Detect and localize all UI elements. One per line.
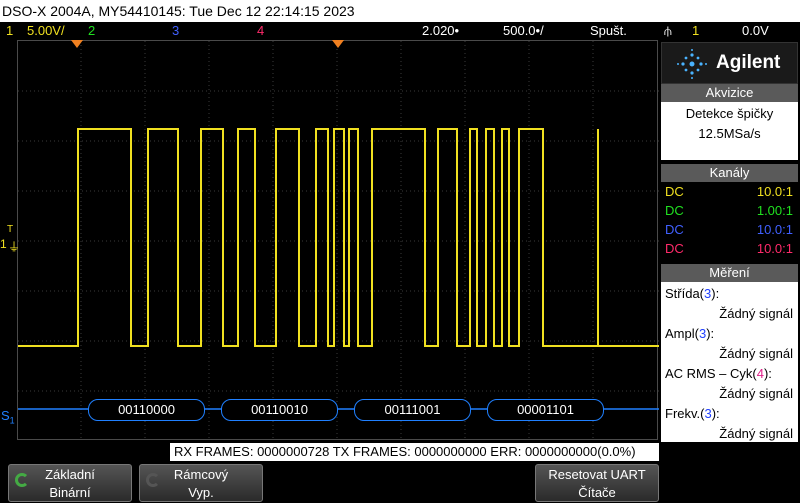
trigger-edge-icon: ⫛ bbox=[664, 23, 672, 38]
channel-probe: 10.0:1 bbox=[756, 184, 793, 199]
decode-packet: 00001101 bbox=[487, 399, 604, 421]
ch1-scale[interactable]: 5.00V/ bbox=[27, 22, 65, 40]
decode-byte: 00110000 bbox=[118, 402, 175, 417]
trigger-level[interactable]: 0.0V bbox=[742, 22, 769, 40]
ch3-number[interactable]: 3 bbox=[172, 22, 179, 40]
decode-byte: 00111001 bbox=[384, 402, 441, 417]
decode-label: S1 bbox=[1, 408, 15, 426]
brand-name: Agilent bbox=[716, 52, 781, 73]
measurement-value: Žádný signál bbox=[719, 426, 793, 441]
brand-logo: Agilent bbox=[661, 42, 798, 84]
softkey-value: Binární bbox=[49, 485, 91, 500]
softkey-base[interactable]: Základní Binární bbox=[8, 464, 132, 502]
channel-coupling: DC bbox=[665, 241, 684, 256]
measurements-panel[interactable]: Střída(3): Žádný signál Ampl(3): Žádný s… bbox=[661, 282, 798, 442]
ch1-ground-marker[interactable]: 1 bbox=[0, 237, 7, 251]
acquisition-panel[interactable]: Detekce špičky 12.5MSa/s bbox=[661, 102, 798, 160]
measurement-value: Žádný signál bbox=[719, 386, 793, 401]
decode-packet: 00110010 bbox=[221, 399, 338, 421]
ch4-number[interactable]: 4 bbox=[257, 22, 264, 40]
measurement-item[interactable]: AC RMS – Cyk(4): Žádný signál bbox=[665, 364, 793, 404]
spark-logo-icon bbox=[677, 49, 707, 79]
measurement-channel: 3 bbox=[704, 406, 712, 421]
softkey-label: Rámcový bbox=[173, 467, 229, 482]
softkey-value: Vyp. bbox=[188, 485, 214, 500]
measurement-channel: 4 bbox=[756, 366, 764, 381]
measurement-name-close: ): bbox=[706, 326, 715, 341]
channel-coupling: DC bbox=[665, 203, 684, 218]
trigger-position-marker[interactable] bbox=[71, 40, 83, 48]
trigger-mode[interactable]: Spušt. bbox=[590, 22, 627, 40]
title-bar: DSO-X 2004A, MY54410145: Tue Dec 12 22:1… bbox=[0, 0, 800, 22]
decode-stats-bar: RX FRAMES: 0000000728 TX FRAMES: 0000000… bbox=[170, 443, 659, 461]
acquisition-header: Akvizice bbox=[661, 84, 798, 102]
decode-packet: 00111001 bbox=[354, 399, 471, 421]
channel-coupling: DC bbox=[665, 222, 684, 237]
decode-label-index: 1 bbox=[9, 415, 15, 426]
channel-probe: 10.0:1 bbox=[756, 241, 793, 256]
sample-rate: 12.5MSa/s bbox=[698, 126, 761, 141]
channel-row-1[interactable]: DC 10.0:1 bbox=[665, 183, 795, 201]
softkey-label: Resetovat UART bbox=[548, 467, 646, 482]
measurement-name: Střída( bbox=[665, 286, 705, 301]
measurement-name-close: ): bbox=[711, 286, 720, 301]
decode-packet: 00110000 bbox=[88, 399, 205, 421]
acquisition-mode: Detekce špičky bbox=[685, 106, 774, 121]
channel-row-4[interactable]: DC 10.0:1 bbox=[665, 240, 795, 258]
decode-label-s: S bbox=[1, 408, 10, 423]
ch2-number[interactable]: 2 bbox=[88, 22, 95, 40]
trigger-marker[interactable]: T bbox=[7, 224, 13, 235]
ch1-waveform bbox=[18, 128, 659, 347]
trigger-channel[interactable]: 1 bbox=[692, 22, 699, 40]
measurement-name-close: ): bbox=[763, 366, 772, 381]
softkey-framing[interactable]: Rámcový Vyp. bbox=[139, 464, 263, 502]
time-offset[interactable]: 2.020• bbox=[422, 22, 459, 40]
measurement-value: Žádný signál bbox=[719, 346, 793, 361]
channel-probe: 10.0:1 bbox=[756, 222, 793, 237]
softkey-label: Základní bbox=[45, 467, 95, 482]
softkey-value: Čítače bbox=[578, 485, 616, 500]
ground-icon: ⏚ bbox=[8, 240, 21, 254]
window-title: DSO-X 2004A, MY54410145: Tue Dec 12 22:1… bbox=[2, 3, 355, 19]
measurement-name-close: ): bbox=[711, 406, 720, 421]
measurement-value: Žádný signál bbox=[719, 306, 793, 321]
measurement-item[interactable]: Ampl(3): Žádný signál bbox=[665, 324, 793, 364]
softkey-reset-uart-counters[interactable]: Resetovat UART Čítače bbox=[535, 464, 659, 502]
measurement-item[interactable]: Střída(3): Žádný signál bbox=[665, 284, 793, 324]
time-reference-marker[interactable] bbox=[332, 40, 344, 48]
channels-panel[interactable]: DC 10.0:1 DC 1.00:1 DC 10.0:1 DC 10.0:1 bbox=[661, 182, 798, 260]
decode-stats-text: RX FRAMES: 0000000728 TX FRAMES: 0000000… bbox=[174, 444, 636, 459]
ch1-number[interactable]: 1 bbox=[6, 22, 13, 40]
measurement-item[interactable]: Frekv.(3): Žádný signál bbox=[665, 404, 793, 444]
measurement-name: Ampl( bbox=[665, 326, 699, 341]
channel-row-2[interactable]: DC 1.00:1 bbox=[665, 202, 795, 220]
waveform-display[interactable]: 00110000 00110010 00111001 00001101 bbox=[17, 40, 659, 441]
decode-byte: 00110010 bbox=[251, 402, 308, 417]
grid-lines bbox=[18, 41, 659, 441]
time-scale[interactable]: 500.0•/ bbox=[503, 22, 544, 40]
channel-probe: 1.00:1 bbox=[756, 203, 793, 218]
channel-coupling: DC bbox=[665, 184, 684, 199]
channel-row-3[interactable]: DC 10.0:1 bbox=[665, 221, 795, 239]
measurement-name: Frekv.( bbox=[665, 406, 705, 421]
measurement-name: AC RMS – Cyk( bbox=[665, 366, 757, 381]
decode-byte: 00001101 bbox=[517, 402, 574, 417]
measurements-header: Měření bbox=[661, 264, 798, 282]
status-bar: 1 5.00V/ 2 3 4 2.020• 500.0•/ Spušt. ⫛ 1… bbox=[0, 22, 800, 40]
channels-header: Kanály bbox=[661, 164, 798, 182]
